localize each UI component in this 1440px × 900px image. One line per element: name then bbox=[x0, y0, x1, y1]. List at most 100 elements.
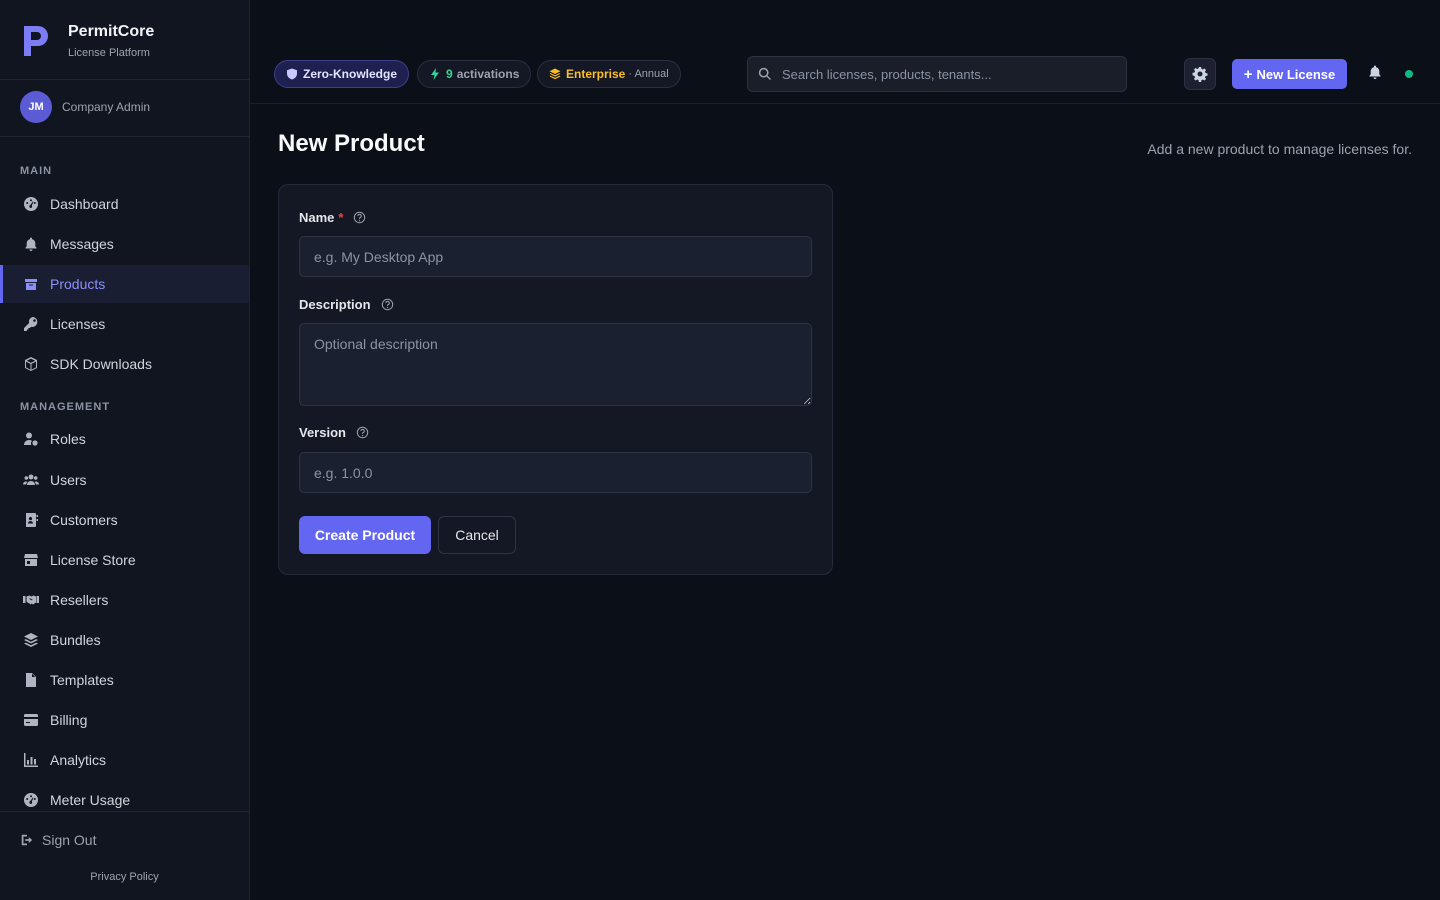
help-circle-icon[interactable] bbox=[356, 426, 369, 439]
sidebar-item-label: Meter Usage bbox=[50, 792, 131, 808]
sidebar-item-label: Billing bbox=[50, 712, 88, 728]
help-circle-icon[interactable] bbox=[381, 298, 394, 311]
sidebar-item-templates[interactable]: Templates bbox=[0, 661, 249, 699]
gauge-icon bbox=[22, 791, 40, 809]
handshake-icon bbox=[22, 591, 40, 609]
user-role: Company Admin bbox=[62, 100, 151, 114]
box-icon bbox=[22, 275, 40, 293]
sign-out-label: Sign Out bbox=[42, 832, 97, 848]
description-textarea[interactable] bbox=[299, 323, 812, 406]
plan-period: · Annual bbox=[628, 68, 669, 80]
credit-card-icon bbox=[22, 711, 40, 729]
sidebar-item-sdk-downloads[interactable]: SDK Downloads bbox=[0, 345, 249, 383]
brand-name: PermitCore bbox=[68, 23, 155, 40]
layers-icon bbox=[22, 631, 40, 649]
sign-out-button[interactable]: Sign Out bbox=[20, 832, 96, 848]
brand-subtitle: License Platform bbox=[68, 47, 150, 59]
sidebar-item-licenses[interactable]: Licenses bbox=[0, 305, 249, 343]
sidebar-item-bundles[interactable]: Bundles bbox=[0, 621, 249, 659]
activations-badge[interactable]: 9 activations bbox=[417, 60, 532, 88]
version-input[interactable] bbox=[299, 452, 812, 493]
sidebar-item-label: Customers bbox=[50, 512, 118, 528]
file-icon bbox=[22, 671, 40, 689]
nav-section-management: MANAGEMENT bbox=[20, 401, 111, 413]
description-label-text: Description bbox=[299, 297, 371, 312]
sidebar-item-label: Messages bbox=[50, 236, 114, 252]
sidebar-item-resellers[interactable]: Resellers bbox=[0, 581, 249, 619]
logo-icon bbox=[24, 26, 48, 56]
address-book-icon bbox=[22, 511, 40, 529]
user-gear-icon bbox=[22, 430, 40, 448]
avatar[interactable]: JM bbox=[20, 91, 52, 123]
search-input[interactable] bbox=[782, 66, 1112, 82]
help-circle-icon[interactable] bbox=[353, 211, 366, 224]
sidebar-item-label: Users bbox=[50, 472, 87, 488]
topbar: Zero-Knowledge 9 activations Enterprise … bbox=[250, 0, 1440, 104]
store-icon bbox=[22, 551, 40, 569]
gauge-icon bbox=[22, 195, 40, 213]
online-status-dot bbox=[1405, 70, 1413, 78]
sidebar-item-customers[interactable]: Customers bbox=[0, 501, 249, 539]
users-icon bbox=[22, 471, 40, 489]
gear-icon bbox=[1192, 67, 1208, 82]
activations-label: activations bbox=[456, 67, 520, 81]
sidebar-item-roles[interactable]: Roles bbox=[0, 420, 249, 458]
activations-count: 9 bbox=[446, 67, 453, 81]
required-marker: * bbox=[338, 210, 344, 225]
sidebar-item-label: SDK Downloads bbox=[50, 356, 152, 372]
sidebar-footer: Sign Out Privacy Policy bbox=[0, 811, 249, 900]
sidebar-item-label: Dashboard bbox=[50, 196, 119, 212]
plus-icon: + bbox=[1243, 65, 1253, 83]
sidebar-item-label: Products bbox=[50, 276, 106, 292]
plan-badge[interactable]: Enterprise · Annual bbox=[537, 60, 681, 88]
privacy-policy-link[interactable]: Privacy Policy bbox=[0, 871, 249, 883]
settings-button[interactable] bbox=[1184, 58, 1216, 90]
layers-icon bbox=[549, 68, 561, 80]
page-title: New Product bbox=[278, 130, 425, 157]
sidebar-item-analytics[interactable]: Analytics bbox=[0, 741, 249, 779]
key-icon bbox=[22, 315, 40, 333]
sidebar-item-products[interactable]: Products bbox=[0, 265, 249, 303]
sidebar-item-license-store[interactable]: License Store bbox=[0, 541, 249, 579]
plan-tier: Enterprise bbox=[566, 67, 626, 81]
brand: PermitCore License Platform bbox=[0, 0, 249, 80]
search-bar[interactable] bbox=[747, 56, 1127, 92]
sidebar-item-dashboard[interactable]: Dashboard bbox=[0, 185, 249, 223]
new-license-button[interactable]: + New License bbox=[1232, 59, 1347, 89]
nav-section-main: MAIN bbox=[20, 165, 53, 177]
bell-icon bbox=[1369, 65, 1381, 79]
sidebar-item-label: Licenses bbox=[50, 316, 106, 332]
zero-knowledge-badge[interactable]: Zero-Knowledge bbox=[274, 60, 410, 88]
version-label-text: Version bbox=[299, 425, 346, 440]
version-label: Version bbox=[299, 425, 369, 440]
name-label: Name * bbox=[299, 210, 366, 225]
page-subtitle: Add a new product to manage licenses for… bbox=[1147, 141, 1412, 157]
sidebar-item-label: Analytics bbox=[50, 752, 107, 768]
sidebar-item-label: Bundles bbox=[50, 632, 101, 648]
name-input[interactable] bbox=[299, 236, 812, 277]
name-label-text: Name bbox=[299, 210, 335, 225]
bolt-icon bbox=[431, 68, 439, 80]
sidebar-item-users[interactable]: Users bbox=[0, 461, 249, 499]
cube-icon bbox=[22, 355, 40, 373]
sidebar-item-billing[interactable]: Billing bbox=[0, 701, 249, 739]
user-profile[interactable]: JM Company Admin bbox=[0, 80, 249, 137]
zero-knowledge-label: Zero-Knowledge bbox=[303, 67, 398, 81]
sign-out-icon bbox=[21, 834, 33, 846]
sidebar-item-label: Roles bbox=[50, 431, 86, 447]
shield-icon bbox=[287, 68, 297, 80]
sidebar-item-messages[interactable]: Messages bbox=[0, 225, 249, 263]
new-license-label: New License bbox=[1256, 66, 1336, 82]
search-icon bbox=[758, 67, 771, 80]
create-product-button[interactable]: Create Product bbox=[299, 516, 431, 554]
sidebar-item-label: License Store bbox=[50, 552, 136, 568]
sidebar-item-label: Resellers bbox=[50, 592, 109, 608]
new-product-form: Name * Description Version Create Produc… bbox=[278, 184, 833, 575]
cancel-button[interactable]: Cancel bbox=[438, 516, 516, 554]
sidebar-item-label: Templates bbox=[50, 672, 114, 688]
notifications-button[interactable] bbox=[1367, 64, 1385, 82]
bell-icon bbox=[22, 235, 40, 253]
chart-icon bbox=[22, 751, 40, 769]
description-label: Description bbox=[299, 297, 394, 312]
sidebar: PermitCore License Platform JM Company A… bbox=[0, 0, 250, 900]
